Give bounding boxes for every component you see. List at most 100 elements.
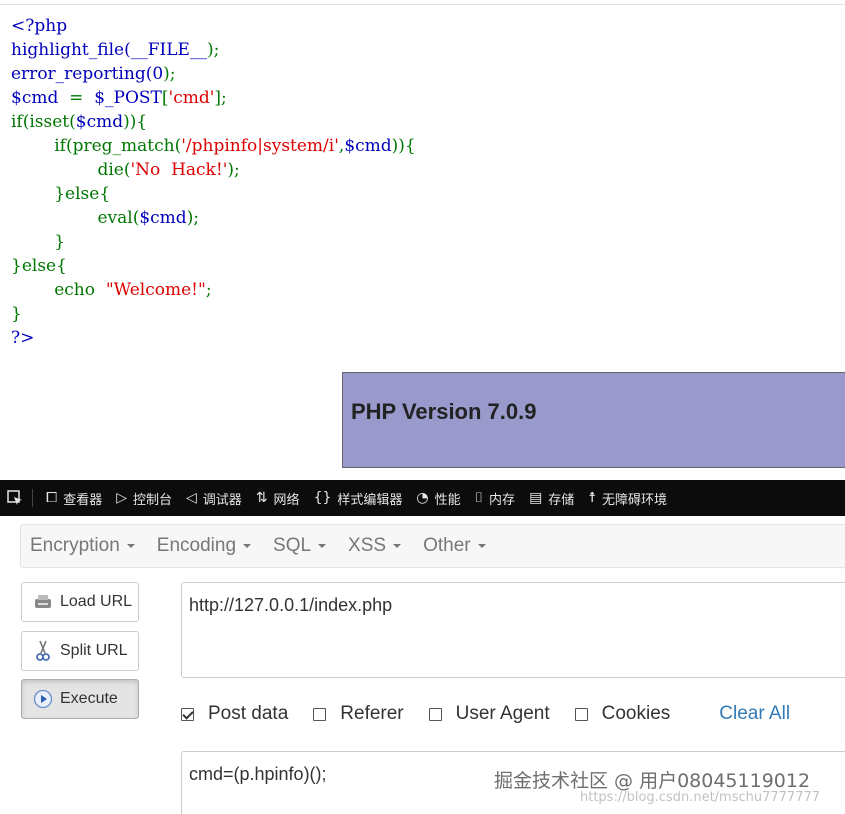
option-cookies[interactable]: Cookies <box>574 703 671 725</box>
devtools-tab[interactable]: ◁ 调试器 <box>179 480 249 516</box>
option-referer[interactable]: Referer <box>313 703 404 725</box>
code-token: }else{ <box>11 184 111 204</box>
code-token: __FILE__ <box>130 40 207 60</box>
caret-down-icon <box>477 544 486 548</box>
code-token: '/phpinfo|system/i' <box>181 136 339 156</box>
hackbar-menu-item[interactable]: SQL <box>264 535 339 557</box>
php-source-code: <?php highlight_file(__FILE__); error_repo… <box>11 14 416 350</box>
devtools-tab[interactable]: ☨ 无障碍环境 <box>581 480 674 516</box>
split-url-button[interactable]: Split URL <box>21 631 139 671</box>
option-label: Post data <box>208 703 289 724</box>
devtools-tab[interactable]: ▤ 存储 <box>522 480 581 516</box>
code-token: ]; <box>214 88 227 108</box>
hackbar-menu-item[interactable]: Encoding <box>148 535 264 557</box>
checkbox[interactable] <box>313 707 327 721</box>
code-token: }else{ <box>11 256 67 276</box>
split-url-label: Split URL <box>60 642 128 659</box>
memory-icon: ⌷ <box>474 490 484 506</box>
load-url-icon <box>32 591 54 613</box>
code-token: $cmd <box>11 88 59 108</box>
code-line: }else{ <box>11 254 416 278</box>
option-post-data[interactable]: Post data <box>181 703 288 725</box>
caret-down-icon <box>126 544 135 548</box>
code-line: die('No Hack!'); <box>11 158 416 182</box>
hackbar-menu-item[interactable]: Encryption <box>21 535 148 557</box>
code-token: <?php <box>11 16 68 36</box>
code-token: 0 <box>152 64 164 84</box>
code-token: eval( <box>11 208 140 228</box>
accessibility-icon: ☨ <box>588 490 596 506</box>
code-line: echo "Welcome!"; <box>11 278 416 302</box>
code-token: } <box>11 232 66 252</box>
devtools-tab-label: 控制台 <box>133 492 173 508</box>
code-line: if(preg_match('/phpinfo|system/i',$cmd))… <box>11 134 416 158</box>
code-token: } <box>11 304 22 324</box>
network-icon: ⇅ <box>255 490 268 506</box>
watermark-text: 掘金技术社区 @ 用户08045119012 <box>494 770 811 792</box>
devtools-tab[interactable]: ▷ 控制台 <box>109 480 179 516</box>
code-line: } <box>11 230 416 254</box>
caret-down-icon <box>243 544 252 548</box>
php-version-title: PHP Version 7.0.9 <box>351 399 537 424</box>
code-token: if(isset( <box>11 112 76 132</box>
element-picker-icon[interactable] <box>0 480 30 516</box>
hackbar-menu-label: SQL <box>273 535 312 556</box>
load-url-label: Load URL <box>60 593 133 610</box>
hackbar-menu-label: Other <box>423 535 471 556</box>
url-textarea[interactable]: http://127.0.0.1/index.php <box>181 582 845 678</box>
devtools-tab[interactable]: ⧠ 查看器 <box>39 480 109 516</box>
devtools-tab[interactable]: ◔ 性能 <box>409 480 467 516</box>
caret-down-icon <box>318 544 327 548</box>
checkbox[interactable] <box>428 707 442 721</box>
option-user-agent[interactable]: User Agent <box>428 703 550 725</box>
load-url-button[interactable]: Load URL <box>21 582 139 622</box>
code-token: ); <box>227 160 240 180</box>
code-line: eval($cmd); <box>11 206 416 230</box>
devtools-tab[interactable]: ⇅ 网络 <box>249 480 307 516</box>
hackbar-menu-label: XSS <box>348 535 387 556</box>
debugger-icon: ◁ <box>186 490 197 506</box>
performance-icon: ◔ <box>416 490 429 506</box>
code-line: <?php <box>11 14 416 38</box>
hackbar-menu-item[interactable]: XSS <box>339 535 414 557</box>
code-token: "Welcome!" <box>105 280 206 300</box>
code-token: $cmd <box>344 136 392 156</box>
code-token: echo <box>11 280 106 300</box>
code-token: die( <box>11 160 131 180</box>
devtools-separator <box>32 489 33 507</box>
style-editor-icon: {} <box>313 490 332 506</box>
code-token: ?> <box>11 328 35 348</box>
code-line: highlight_file(__FILE__); <box>11 38 416 62</box>
execute-button[interactable]: Execute <box>21 679 139 719</box>
code-line: if(isset($cmd)){ <box>11 110 416 134</box>
option-label: User Agent <box>455 703 550 724</box>
post-data-value: cmd=(p.hpinfo)(); <box>189 764 327 784</box>
code-token: $cmd <box>75 112 124 132</box>
checkbox[interactable] <box>181 707 194 721</box>
hackbar-menu-label: Encryption <box>30 535 120 556</box>
devtools-tab[interactable]: {} 样式编辑器 <box>307 480 410 516</box>
hackbar-menu-label: Encoding <box>156 535 237 556</box>
checkbox[interactable] <box>574 707 588 721</box>
scissors-icon <box>32 640 54 662</box>
devtools-tab-label: 存储 <box>548 492 575 508</box>
watermark-url: https://blog.csdn.net/mschu7777777 <box>580 790 821 805</box>
execute-label: Execute <box>60 690 118 707</box>
code-line: } <box>11 302 416 326</box>
code-token: 'cmd' <box>168 88 215 108</box>
console-icon: ▷ <box>116 490 127 506</box>
code-token: if(preg_match( <box>11 136 182 156</box>
code-line: $cmd = $_POST['cmd']; <box>11 86 416 110</box>
devtools-tab[interactable]: ⌷ 内存 <box>468 480 522 516</box>
devtools-tab-label: 网络 <box>273 492 300 508</box>
caret-down-icon <box>393 544 402 548</box>
code-token: 'No Hack!' <box>130 160 228 180</box>
devtools-tab-label: 样式编辑器 <box>337 492 403 508</box>
clear-all-link[interactable]: Clear All <box>719 703 790 725</box>
code-token: error_reporting( <box>11 64 153 84</box>
option-label: Cookies <box>601 703 671 724</box>
hackbar-menu: Encryption Encoding SQL XSS Other <box>20 524 845 568</box>
code-line: }else{ <box>11 182 416 206</box>
devtools-tab-label: 无障碍环境 <box>601 492 667 508</box>
hackbar-menu-item[interactable]: Other <box>414 535 499 557</box>
